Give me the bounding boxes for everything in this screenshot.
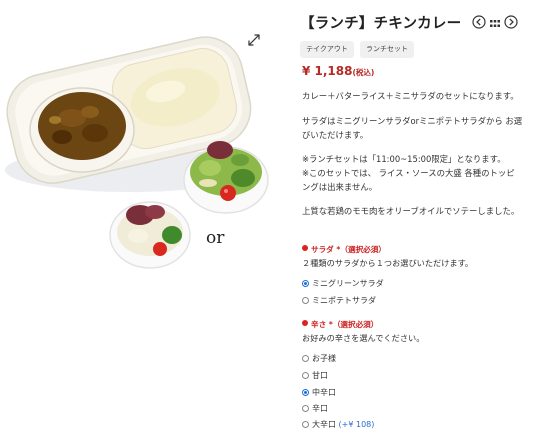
description-line-1: カレー＋バターライス＋ミニサラダのセットになります。: [302, 91, 519, 101]
product-photo: or: [5, 36, 269, 269]
description-line-7: 上質な若鶏のモモ肉をオリーブオイルでソテーしました。: [302, 206, 520, 216]
price-value: ¥ 1,188: [302, 64, 353, 78]
salad-choice-potato[interactable]: ミニポテトサラダ: [302, 295, 376, 307]
description-line-2: サラダはミニグリーンサラダorミニポテトサラダから お選: [302, 116, 523, 126]
price-tax-note: (税込): [352, 68, 375, 77]
tag-takeout[interactable]: テイクアウト: [300, 41, 354, 58]
spice-choice-kids[interactable]: お子様: [302, 353, 336, 365]
required-dot-icon: [302, 320, 308, 326]
chevron-left-circle-icon[interactable]: [472, 14, 486, 33]
radio-icon[interactable]: [302, 355, 309, 362]
salad-choice-green[interactable]: ミニグリーンサラダ: [302, 278, 384, 290]
radio-icon[interactable]: [302, 297, 309, 304]
spice-option-label: 辛さ *（選択必須）: [302, 319, 378, 330]
salad-option-hint: ２種類のサラダから１つお選びいただけます。: [302, 258, 474, 268]
radio-icon[interactable]: [302, 372, 309, 379]
spice-choice-mild[interactable]: 甘口: [302, 370, 328, 382]
grid-icon[interactable]: [489, 15, 501, 34]
salad-option-label: サラダ *（選択必須）: [302, 244, 386, 255]
chevron-right-circle-icon[interactable]: [504, 14, 518, 33]
extra-hot-addon-price: (+¥ 108): [338, 420, 375, 429]
description-line-4: ※ランチセットは「11:00~15:00限定」となります。: [302, 154, 506, 164]
spice-option-hint: お好みの辛さを選んでください。: [302, 333, 425, 343]
spice-choice-extra-hot[interactable]: 大辛口 (+¥ 108): [302, 419, 374, 431]
radio-icon[interactable]: [302, 405, 309, 412]
expand-icon[interactable]: [246, 32, 262, 48]
product-price: ¥ 1,188(税込): [302, 64, 374, 78]
spice-choice-medium[interactable]: 中辛口: [302, 387, 336, 399]
radio-selected-icon[interactable]: [302, 280, 309, 287]
spice-choice-hot[interactable]: 辛口: [302, 403, 328, 415]
or-text: or: [206, 228, 225, 248]
product-title: 【ランチ】チキンカレー: [300, 16, 462, 32]
radio-selected-icon[interactable]: [302, 389, 309, 396]
product-details: 【ランチ】チキンカレー テイクアウト ランチセット ¥ 1,188(税込) カレ…: [300, 0, 530, 443]
radio-icon[interactable]: [302, 421, 309, 428]
required-dot-icon: [302, 245, 308, 251]
description-line-3: びいただけます。: [302, 130, 369, 140]
tag-lunch-set[interactable]: ランチセット: [360, 41, 414, 58]
description-line-6: ングは出来ません。: [302, 182, 378, 192]
description-line-5: ※このセットでは、 ライス・ソースの大盛 各種のトッピ: [302, 168, 515, 178]
product-image-area: or: [0, 0, 290, 443]
